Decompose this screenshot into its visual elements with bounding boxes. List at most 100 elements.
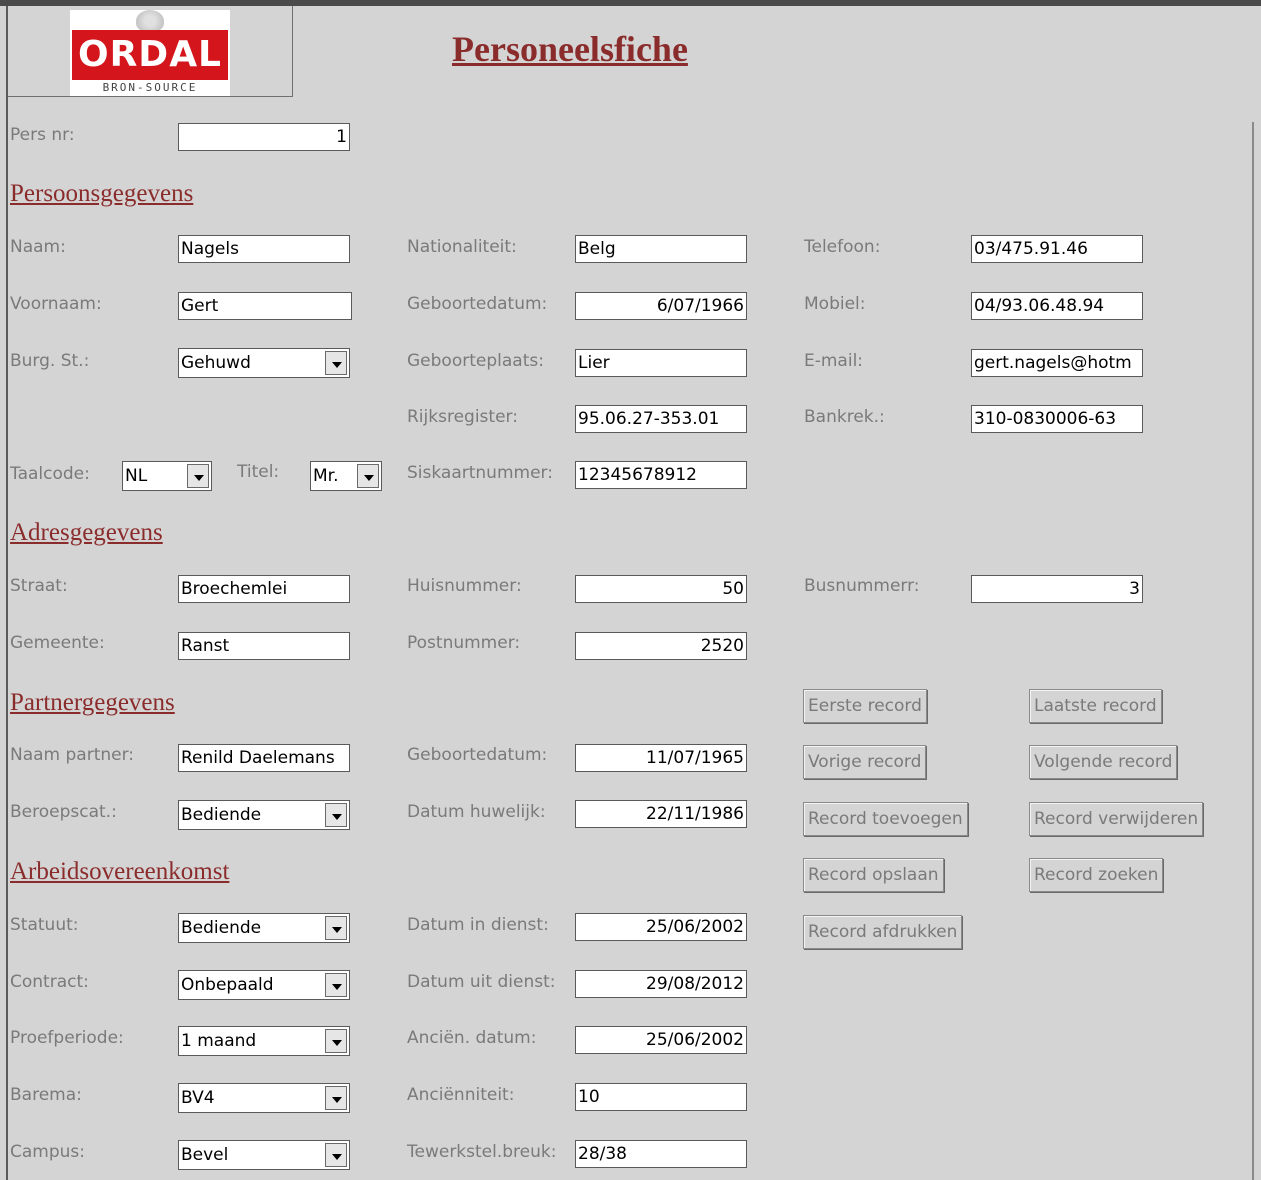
chevron-down-icon[interactable] [325,351,347,375]
barema-select[interactable]: BV4 [178,1083,350,1113]
pers-nr-field[interactable]: 1 [178,123,350,151]
contract-label: Contract: [10,972,89,992]
pers-nr-label: Pers nr: [10,125,75,145]
contract-select[interactable]: Onbepaald [178,970,350,1000]
geboortedatum-field[interactable]: 6/07/1966 [575,292,747,320]
ancienniteit-field[interactable]: 10 [575,1083,747,1111]
titel-select[interactable]: Mr. [310,461,382,491]
section-arbeidsovereenkomst: Arbeidsovereenkomst [10,858,230,885]
previous-record-button[interactable]: Vorige record [803,745,927,779]
beroepscat-value: Bediende [181,805,262,825]
busnummer-field[interactable]: 3 [971,575,1143,603]
tewerkstel-breuk-field[interactable]: 28/38 [575,1140,747,1168]
email-field[interactable]: gert.nagels@hotm [971,349,1143,377]
nationaliteit-field[interactable]: Belg [575,235,747,263]
naam-field[interactable]: Nagels [178,235,350,263]
page-title: Personeelsfiche [452,29,688,69]
voornaam-label: Voornaam: [10,294,102,314]
save-record-button[interactable]: Record opslaan [803,858,944,892]
proefperiode-value: 1 maand [181,1031,257,1051]
beroepscat-select[interactable]: Bediende [178,800,350,830]
statuut-label: Statuut: [10,915,79,935]
campus-label: Campus: [10,1142,85,1162]
titel-label: Titel: [237,462,280,482]
burg-st-value: Gehuwd [181,353,251,373]
voornaam-field[interactable]: Gert [178,292,352,320]
nationaliteit-label: Nationaliteit: [407,237,517,257]
search-record-button[interactable]: Record zoeken [1029,858,1164,892]
geboorteplaats-field[interactable]: Lier [575,349,747,377]
statuut-select[interactable]: Bediende [178,913,350,943]
telefoon-field[interactable]: 03/475.91.46 [971,235,1143,263]
logo-brand-text: ORDAL [77,34,222,75]
mobiel-label: Mobiel: [804,294,866,314]
geboortedatum-label: Geboortedatum: [407,294,548,314]
logo-emblem-icon [136,10,164,32]
partner-geboortedatum-field[interactable]: 11/07/1965 [575,744,747,772]
campus-value: Bevel [181,1145,229,1165]
rijksregister-label: Rijksregister: [407,407,518,427]
chevron-down-icon[interactable] [325,803,347,827]
form-right-border [1252,122,1254,1180]
naam-label: Naam: [10,237,66,257]
bankrek-field[interactable]: 310-0830006-63 [971,405,1143,433]
last-record-button[interactable]: Laatste record [1029,689,1162,723]
email-label: E-mail: [804,351,864,371]
section-adresgegevens: Adresgegevens [10,519,163,546]
taalcode-select[interactable]: NL [122,461,212,491]
add-record-button[interactable]: Record toevoegen [803,802,968,836]
barema-label: Barema: [10,1085,82,1105]
chevron-down-icon[interactable] [325,916,347,940]
chevron-down-icon[interactable] [325,973,347,997]
tewerkstel-breuk-label: Tewerkstel.breuk: [407,1142,557,1162]
taalcode-value: NL [125,466,148,486]
chevron-down-icon[interactable] [187,464,209,488]
rijksregister-field[interactable]: 95.06.27-353.01 [575,405,747,433]
siskaartnummer-label: Siskaartnummer: [407,463,553,483]
datum-in-dienst-field[interactable]: 25/06/2002 [575,913,747,941]
section-partnergegevens: Partnergegevens [10,689,175,716]
datum-uit-dienst-field[interactable]: 29/08/2012 [575,970,747,998]
burg-st-label: Burg. St.: [10,351,90,371]
postnummer-field[interactable]: 2520 [575,632,747,660]
delete-record-button[interactable]: Record verwijderen [1029,802,1204,836]
geboorteplaats-label: Geboorteplaats: [407,351,544,371]
first-record-button[interactable]: Eerste record [803,689,927,723]
gemeente-field[interactable]: Ranst [178,632,350,660]
datum-uit-dienst-label: Datum uit dienst: [407,972,556,992]
campus-select[interactable]: Bevel [178,1140,350,1170]
ancien-datum-label: Anciën. datum: [407,1028,537,1048]
mobiel-field[interactable]: 04/93.06.48.94 [971,292,1143,320]
ancienniteit-label: Anciënniteit: [407,1085,515,1105]
titel-value: Mr. [313,466,339,486]
beroepscat-label: Beroepscat.: [10,802,117,822]
datum-huwelijk-field[interactable]: 22/11/1986 [575,800,747,828]
logo-subtitle: BRON-SOURCE [102,81,198,94]
huisnummer-label: Huisnummer: [407,576,522,596]
chevron-down-icon[interactable] [357,464,379,488]
chevron-down-icon[interactable] [325,1029,347,1053]
proefperiode-select[interactable]: 1 maand [178,1026,350,1056]
proefperiode-label: Proefperiode: [10,1028,124,1048]
ordal-logo: ORDAL BRON-SOURCE [70,10,230,96]
statuut-value: Bediende [181,918,262,938]
postnummer-label: Postnummer: [407,633,521,653]
next-record-button[interactable]: Volgende record [1029,745,1178,779]
straat-field[interactable]: Broechemlei [178,575,350,603]
gemeente-label: Gemeente: [10,633,105,653]
contract-value: Onbepaald [181,975,274,995]
siskaartnummer-field[interactable]: 12345678912 [575,461,747,489]
chevron-down-icon[interactable] [325,1086,347,1110]
huisnummer-field[interactable]: 50 [575,575,747,603]
taalcode-label: Taalcode: [10,464,90,484]
straat-label: Straat: [10,576,68,596]
naam-partner-label: Naam partner: [10,745,135,765]
naam-partner-field[interactable]: Renild Daelemans [178,744,350,772]
form-left-border [6,6,8,1180]
print-record-button[interactable]: Record afdrukken [803,915,963,949]
ancien-datum-field[interactable]: 25/06/2002 [575,1026,747,1054]
datum-huwelijk-label: Datum huwelijk: [407,802,546,822]
telefoon-label: Telefoon: [804,237,881,257]
chevron-down-icon[interactable] [325,1143,347,1167]
burg-st-select[interactable]: Gehuwd [178,348,350,378]
